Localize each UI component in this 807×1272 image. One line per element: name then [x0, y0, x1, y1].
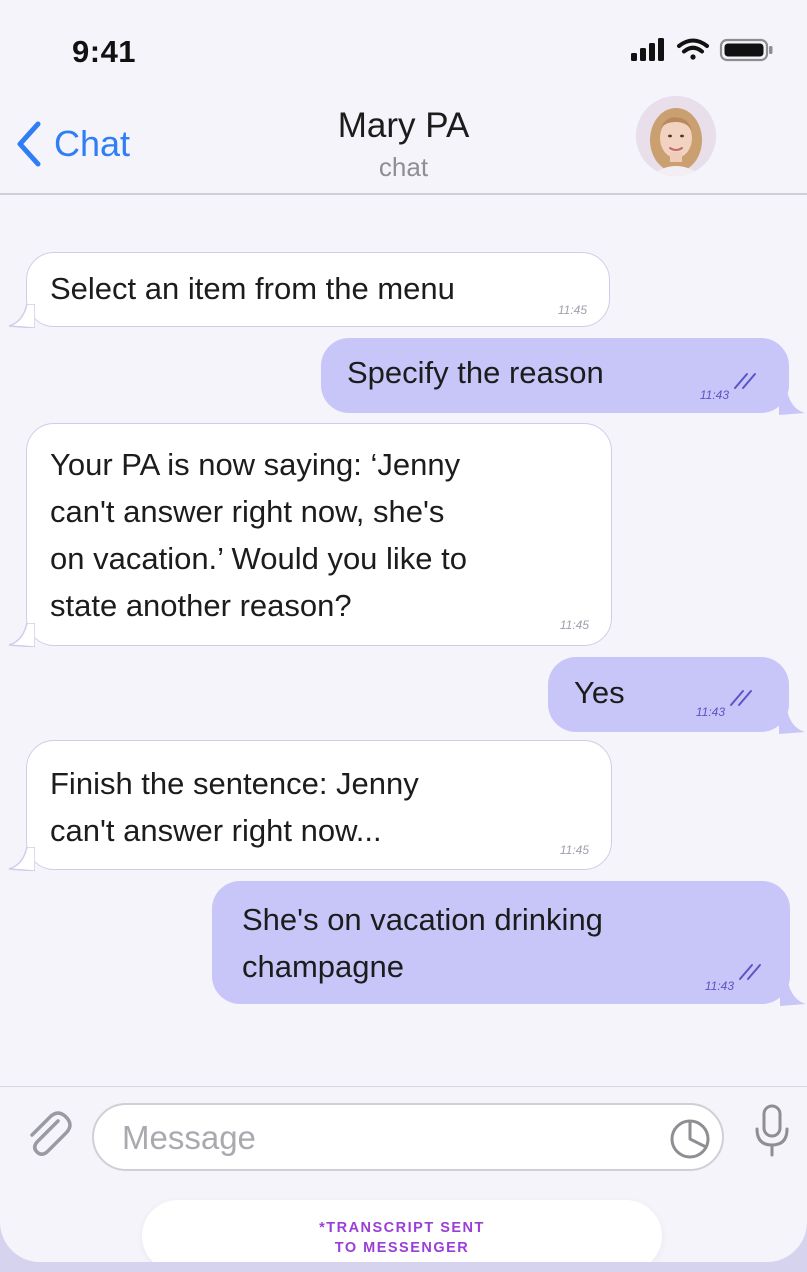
chat-header: Chat Mary PA chat — [0, 92, 807, 195]
message-input[interactable] — [120, 1117, 644, 1159]
message-time: 11:45 — [559, 618, 589, 632]
wifi-icon — [677, 38, 709, 60]
message-text: Specify the reason — [347, 355, 604, 390]
sticker-button[interactable] — [668, 1117, 712, 1166]
message-time: 11:45 — [557, 303, 587, 317]
message-outgoing[interactable]: She's on vacation drinking champagne 11:… — [212, 881, 806, 1006]
message-text: Finish the sentence: Jenny can't answer … — [50, 766, 419, 848]
message-time: 11:43 — [704, 979, 734, 993]
message-incoming[interactable]: Finish the sentence: Jenny can't answer … — [8, 740, 612, 871]
message-text: Select an item from the menu — [50, 271, 455, 306]
double-check-icon — [730, 690, 752, 706]
microphone-button[interactable] — [752, 1103, 792, 1164]
double-check-icon — [739, 964, 761, 980]
message-time: 11:43 — [699, 388, 729, 402]
message-text: She's on vacation drinking champagne — [242, 902, 603, 984]
battery-icon — [719, 38, 773, 62]
message-outgoing[interactable]: Yes 11:43 — [548, 657, 805, 734]
message-incoming[interactable]: Your PA is now saying: ‘Jenny can't answ… — [8, 423, 612, 647]
message-composer — [0, 1086, 807, 1177]
message-time: 11:45 — [559, 843, 589, 857]
status-time: 9:41 — [72, 34, 137, 69]
message-time: 11:43 — [695, 705, 725, 719]
sticker-icon — [670, 1119, 710, 1159]
message-incoming[interactable]: Select an item from the menu 11:45 — [8, 252, 610, 328]
status-icons — [629, 36, 777, 69]
transcript-status-pill: *TRANSCRIPT SENT TO MESSENGER — [142, 1200, 662, 1262]
avatar[interactable] — [636, 96, 716, 176]
message-text: Yes — [574, 675, 625, 710]
double-check-icon — [734, 373, 756, 389]
signal-icon — [631, 38, 664, 61]
attach-button[interactable] — [22, 1107, 74, 1164]
microphone-icon — [755, 1104, 789, 1157]
message-outgoing[interactable]: Specify the reason 11:43 — [321, 338, 805, 415]
paperclip-icon — [30, 1111, 72, 1156]
message-input-box[interactable] — [92, 1103, 724, 1171]
transcript-label: *TRANSCRIPT SENT TO MESSENGER — [319, 1220, 485, 1256]
message-text: Your PA is now saying: ‘Jenny can't answ… — [50, 447, 468, 623]
phone-screen: 9:41 Chat Mary PA chat Select an item fr… — [0, 0, 807, 1262]
